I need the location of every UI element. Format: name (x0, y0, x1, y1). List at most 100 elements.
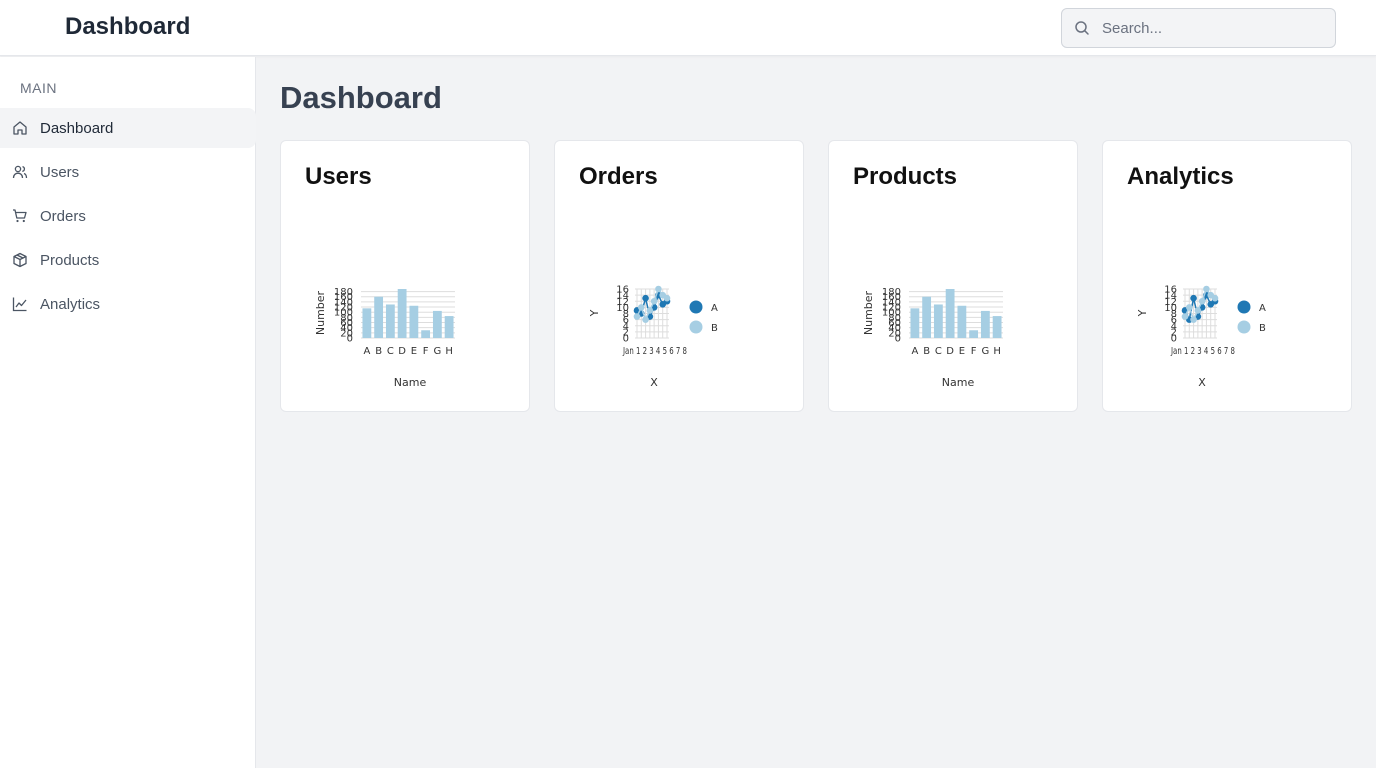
x-tick-label: H (993, 346, 1001, 357)
analytics-chart: 0246810121416Jan 1 2 3 4 5 6 7 8ABXY (1136, 285, 1266, 390)
data-point (1185, 304, 1193, 311)
x-axis-title: Name (394, 376, 427, 389)
bar (992, 316, 1002, 338)
sidebar-item-label: Analytics (40, 295, 101, 313)
bar (397, 289, 407, 338)
x-tick-label: G (434, 346, 442, 357)
sidebar-item-label: Products (40, 251, 100, 269)
sidebar-item-label: Orders (40, 207, 86, 225)
x-tick-label: E (959, 346, 965, 357)
data-point (1198, 297, 1206, 305)
legend-marker (1237, 320, 1251, 334)
bar (922, 296, 932, 338)
x-tick-label: A (363, 346, 370, 357)
x-tick-label: A (911, 346, 918, 357)
x-tick-labels: Jan 1 2 3 4 5 6 7 8 (1170, 346, 1235, 357)
legend-label: A (1259, 303, 1266, 314)
bar (980, 310, 990, 338)
y-tick-label: 16 (616, 285, 629, 296)
orders-chart: 0246810121416Jan 1 2 3 4 5 6 7 8ABXY (588, 285, 718, 390)
y-axis-title: Number (862, 290, 875, 335)
legend-label: B (1259, 323, 1266, 334)
chart-line-icon (12, 297, 27, 312)
bar (432, 310, 442, 338)
bar (957, 305, 967, 338)
x-tick-label: B (923, 346, 930, 357)
data-point (1190, 294, 1197, 302)
sidebar-item-products[interactable]: Products (0, 240, 256, 280)
bar (910, 308, 920, 338)
bar (444, 316, 454, 338)
sidebar-item-dashboard[interactable]: Dashboard (0, 108, 256, 148)
data-point (637, 304, 645, 311)
x-tick-labels: Jan 1 2 3 4 5 6 7 8 (622, 346, 687, 357)
data-point (1203, 285, 1210, 293)
bar (374, 296, 384, 338)
sidebar-item-label: Dashboard (40, 119, 114, 137)
card-users: Users 0 20 40 60 80 100 120 140 160 180 A B C D E F G H Na… (280, 140, 530, 412)
legend-marker (1237, 300, 1251, 314)
bar (409, 305, 419, 338)
box-icon (13, 252, 27, 268)
cart-icon (13, 209, 27, 223)
sidebar-section-label: MAIN (20, 80, 57, 96)
users-chart: 020406080100120140160180A B C D E F G HNameNumb… (314, 287, 455, 389)
bar (933, 304, 943, 338)
x-tick-label: D (398, 346, 406, 357)
data-point (646, 307, 654, 314)
page-title: Dashboard (280, 80, 442, 115)
search-input[interactable] (1102, 9, 1327, 47)
data-point (1181, 313, 1189, 320)
card-analytics: Analytics 0 2 4 6 8 10 12 14 16 Jan 1 2 3 4 5 6 7… (1102, 140, 1352, 412)
x-tick-label: B (375, 346, 382, 357)
card-orders: Orders 0 2 4 6 8 10 12 14 16 Jan 1 2 3 4 5 6 7 8A… (554, 140, 804, 412)
x-axis-title: Name (942, 376, 975, 389)
bar (362, 308, 372, 338)
home-icon (13, 121, 27, 135)
products-chart: 020406080100120140160180A B C D E F G HNameNumb… (862, 287, 1003, 389)
legend-marker (689, 320, 703, 334)
x-axis-title: X (1198, 376, 1206, 389)
x-tick-label: H (445, 346, 453, 357)
card-products: Products 0 20 40 60 80 100 120 140 160 180 A B C D E F G… (828, 140, 1078, 412)
sidebar-item-orders[interactable]: Orders (0, 196, 256, 236)
legend-marker (689, 300, 703, 314)
y-axis-title: Y (1136, 309, 1149, 317)
y-tick-label: 180 (882, 287, 901, 298)
sidebar-item-users[interactable]: Users (0, 152, 256, 192)
legend-label: A (711, 303, 718, 314)
y-tick-label: 16 (1164, 285, 1177, 296)
sidebar: MAIN Dashboard Users Orders Products Ana… (0, 57, 256, 768)
bar (945, 289, 955, 338)
top-header: Dashboard (0, 0, 1376, 56)
search-box[interactable] (1061, 8, 1336, 48)
y-axis-title: Y (588, 309, 601, 317)
x-tick-label: E (411, 346, 417, 357)
bar (385, 304, 395, 338)
y-axis-title: Number (314, 290, 327, 335)
bar (421, 330, 431, 338)
legend-label: B (711, 323, 718, 334)
x-tick-label: F (971, 346, 977, 357)
sidebar-item-label: Users (40, 163, 80, 181)
data-point (633, 313, 641, 320)
app-title: Dashboard (65, 13, 191, 40)
x-tick-label: C (387, 346, 394, 357)
data-point (1190, 316, 1197, 323)
data-point (1194, 307, 1202, 314)
search-icon (1075, 21, 1089, 35)
sidebar-item-analytics[interactable]: Analytics (0, 284, 256, 324)
y-tick-label: 180 (334, 287, 353, 298)
users-icon (12, 165, 28, 179)
x-tick-label: C (935, 346, 942, 357)
data-point (642, 294, 649, 302)
x-tick-label: F (423, 346, 429, 357)
x-tick-label: G (982, 346, 990, 357)
data-point (642, 316, 649, 323)
data-point (655, 285, 662, 293)
data-point (663, 294, 671, 302)
x-axis-title: X (650, 376, 658, 389)
data-point (650, 297, 658, 305)
data-point (1211, 294, 1219, 302)
bar (969, 330, 979, 338)
